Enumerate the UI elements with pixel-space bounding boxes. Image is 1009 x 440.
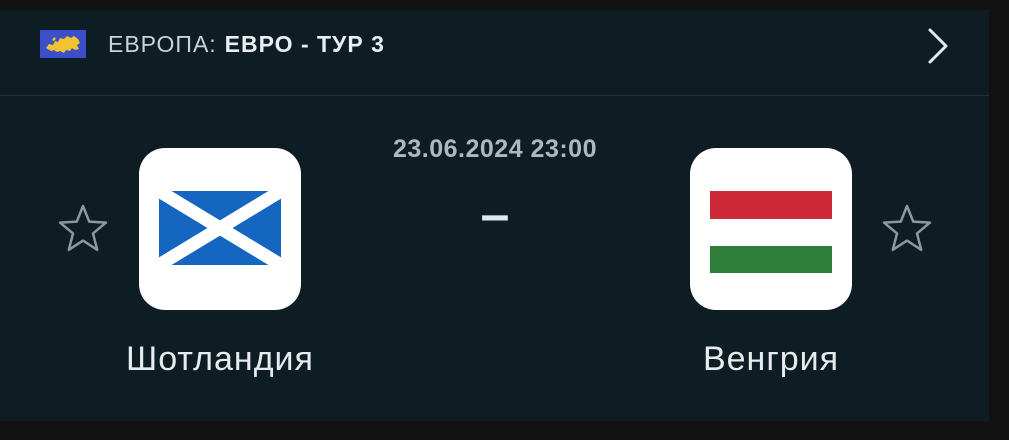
hungary-flag-icon [710,191,832,273]
league-region: ЕВРОПА: [108,31,217,57]
league-title: ЕВРОПА: ЕВРО - ТУР 3 [108,28,385,60]
away-team-name[interactable]: Венгрия [621,340,921,379]
away-team-logo[interactable] [690,148,852,310]
match-datetime: 23.06.2024 23:00 [392,135,597,163]
match-header[interactable]: ЕВРОПА: ЕВРО - ТУР 3 [0,10,989,96]
home-team-logo[interactable] [139,148,301,310]
chevron-right-icon[interactable] [924,26,952,66]
home-team-name[interactable]: Шотландия [70,340,370,379]
match-score: – [480,186,510,244]
favorite-away-star-icon[interactable] [879,201,935,257]
league-tournament: ЕВРО - ТУР 3 [224,31,385,57]
match-card[interactable]: ЕВРОПА: ЕВРО - ТУР 3 23.06.2024 23:00 – [0,10,989,421]
favorite-home-star-icon[interactable] [55,201,111,257]
europe-flag-icon [40,30,86,58]
scotland-flag-icon [159,191,281,265]
